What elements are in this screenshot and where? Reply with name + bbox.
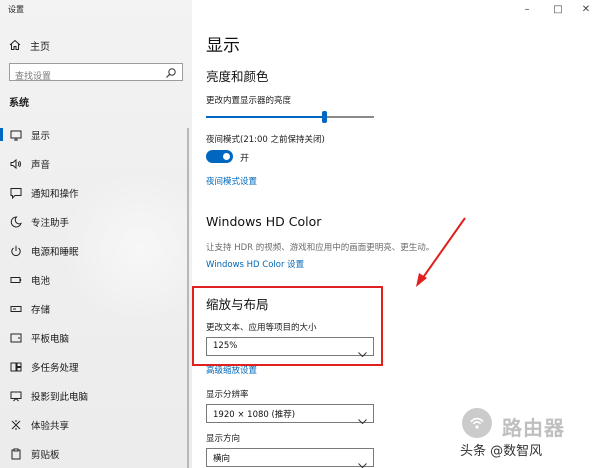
- close-button[interactable]: ✕: [574, 2, 598, 16]
- app-title: 设置: [8, 5, 24, 14]
- sidebar-item-label: 通知和操作: [31, 188, 79, 200]
- clipboard-icon: [10, 448, 22, 460]
- brightness-color-heading: 亮度和颜色: [206, 69, 269, 84]
- resolution-label: 显示分辨率: [206, 390, 249, 400]
- watermark-brand: 路由器: [502, 416, 565, 440]
- watermark: 路由器 头条 @数智风: [454, 408, 594, 462]
- sidebar-item-focus-assist[interactable]: 专注助手: [0, 207, 192, 236]
- sidebar-item-notifications[interactable]: 通知和操作: [0, 178, 192, 207]
- sidebar-item-display[interactable]: 显示: [0, 120, 192, 149]
- sidebar: 设置 主页 系统 显示 声音 通知和操作 专注助手: [0, 0, 220, 468]
- home-nav-item[interactable]: 主页: [9, 38, 50, 53]
- night-mode-settings-link[interactable]: 夜间模式设置: [206, 175, 257, 187]
- page-title: 显示: [206, 36, 240, 56]
- annotation-highlight-box: [192, 286, 383, 366]
- orientation-dropdown[interactable]: 横向: [206, 448, 374, 468]
- sidebar-item-label: 专注助手: [31, 217, 70, 229]
- sidebar-item-label: 体验共享: [31, 420, 70, 432]
- hd-color-description: 让支持 HDR 的视频、游戏和应用中的画面更明亮、更生动。: [206, 243, 435, 253]
- search-box[interactable]: [9, 63, 183, 85]
- resolution-dropdown[interactable]: 1920 × 1080 (推荐): [206, 404, 374, 425]
- search-icon[interactable]: [165, 67, 177, 79]
- brightness-slider[interactable]: [206, 111, 374, 123]
- sidebar-item-label: 电源和睡眠: [31, 246, 79, 258]
- speaker-icon: [10, 158, 22, 170]
- battery-icon: [10, 274, 22, 286]
- annotation-arrow: [416, 217, 466, 287]
- orientation-value: 横向: [213, 454, 231, 464]
- hd-color-settings-link[interactable]: Windows HD Color 设置: [206, 258, 304, 270]
- tablet-icon: [10, 332, 22, 344]
- sidebar-item-clipboard[interactable]: 剪贴板: [0, 439, 192, 468]
- home-label: 主页: [30, 41, 50, 53]
- sidebar-item-power-sleep[interactable]: 电源和睡眠: [0, 236, 192, 265]
- watermark-credit: 头条 @数智风: [460, 444, 543, 459]
- projector-icon: [10, 390, 22, 402]
- sidebar-item-label: 多任务处理: [31, 362, 79, 374]
- hd-color-heading: Windows HD Color: [206, 214, 322, 229]
- sidebar-item-project-to-pc[interactable]: 投影到此电脑: [0, 381, 192, 410]
- drive-icon: [10, 303, 22, 315]
- slider-thumb[interactable]: [321, 111, 327, 123]
- orientation-label: 显示方向: [206, 434, 241, 444]
- sidebar-item-storage[interactable]: 存储: [0, 294, 192, 323]
- sidebar-item-label: 显示: [31, 130, 51, 142]
- sidebar-scrollbar[interactable]: [187, 128, 189, 468]
- brightness-slider-label: 更改内置显示器的亮度: [206, 96, 292, 106]
- night-mode-label: 夜间模式(21:00 之前保持关闭): [206, 135, 325, 145]
- router-logo-icon: [462, 408, 492, 438]
- sidebar-item-label: 电池: [31, 275, 51, 287]
- slider-fill: [206, 116, 324, 118]
- section-label-system: 系统: [9, 98, 29, 109]
- chevron-down-icon: [358, 454, 367, 468]
- sidebar-item-multitasking[interactable]: 多任务处理: [0, 352, 192, 381]
- toggle-knob: [223, 153, 230, 160]
- sidebar-item-battery[interactable]: 电池: [0, 265, 192, 294]
- maximize-button[interactable]: □: [546, 2, 570, 16]
- minimize-button[interactable]: –: [515, 2, 539, 16]
- search-input[interactable]: [10, 69, 160, 85]
- sidebar-nav: 显示 声音 通知和操作 专注助手 电源和睡眠 电池 存储 平板电脑 多任务处理 …: [0, 120, 192, 468]
- home-icon: [9, 39, 21, 51]
- sidebar-item-label: 声音: [31, 159, 51, 171]
- resolution-value: 1920 × 1080 (推荐): [213, 410, 296, 420]
- message-icon: [10, 187, 22, 199]
- night-mode-state: 开: [240, 154, 250, 164]
- sidebar-item-label: 存储: [31, 304, 51, 316]
- sidebar-item-label: 剪贴板: [31, 449, 60, 461]
- multitask-icon: [10, 361, 22, 373]
- power-icon: [10, 245, 22, 257]
- chevron-down-icon: [358, 410, 367, 429]
- main-content: – □ ✕ 显示 亮度和颜色 更改内置显示器的亮度 夜间模式(21:00 之前保…: [192, 0, 600, 468]
- sidebar-item-sound[interactable]: 声音: [0, 149, 192, 178]
- sidebar-item-tablet[interactable]: 平板电脑: [0, 323, 192, 352]
- share-icon: [10, 419, 22, 431]
- moon-icon: [10, 215, 22, 228]
- sidebar-item-label: 投影到此电脑: [31, 391, 89, 403]
- sidebar-item-label: 平板电脑: [31, 333, 70, 345]
- sidebar-item-shared-experiences[interactable]: 体验共享: [0, 410, 192, 439]
- monitor-icon: [10, 129, 22, 141]
- night-mode-toggle[interactable]: [206, 150, 233, 163]
